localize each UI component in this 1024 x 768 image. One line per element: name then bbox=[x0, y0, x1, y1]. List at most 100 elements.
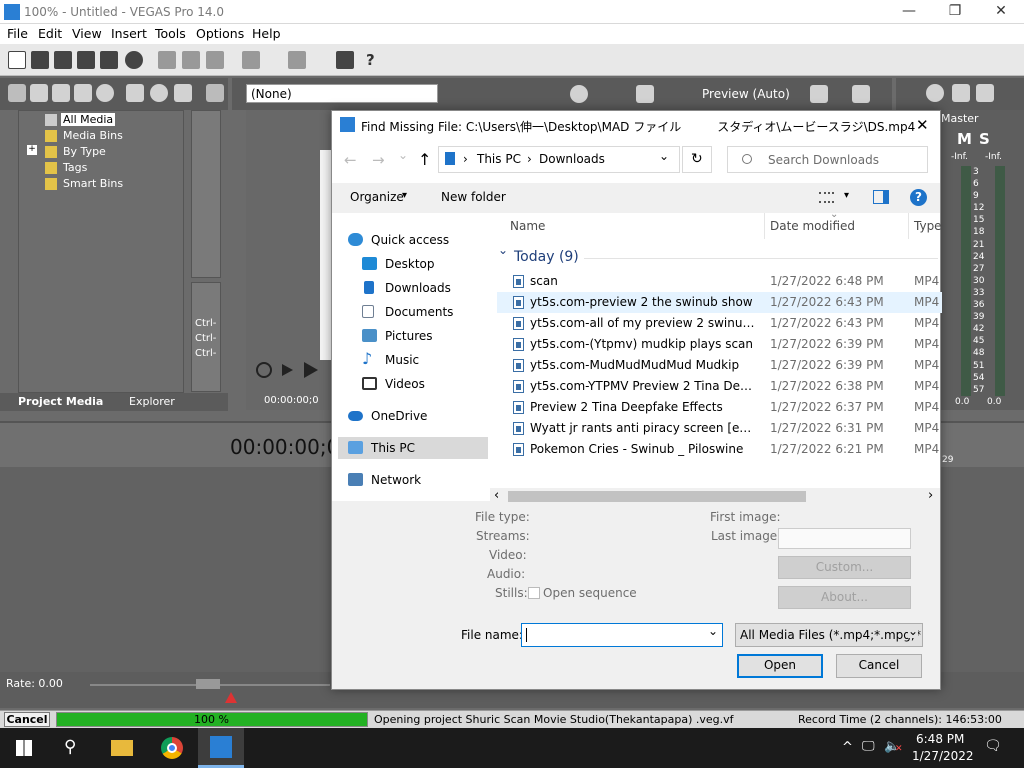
file-row[interactable]: yt5s.com-preview 2 the swinub show 1/27/… bbox=[497, 292, 942, 313]
master-settings-icon[interactable] bbox=[926, 84, 944, 102]
show-hidden-icons-button[interactable]: ^ bbox=[842, 740, 853, 755]
file-row[interactable]: Pokemon Cries - Swinub _ Piloswine 1/27/… bbox=[497, 439, 942, 460]
nav-music[interactable]: ♪ Music bbox=[352, 349, 492, 371]
forward-button[interactable]: → bbox=[372, 151, 385, 169]
scroll-left-button[interactable]: ‹ bbox=[494, 488, 499, 503]
nav-quick-access[interactable]: Quick access bbox=[338, 229, 478, 251]
menu-options[interactable]: Options bbox=[196, 26, 244, 41]
help-icon[interactable]: ? bbox=[910, 189, 927, 206]
nav-desktop[interactable]: Desktop 📌 bbox=[352, 253, 506, 275]
scrollbar-thumb[interactable] bbox=[508, 491, 806, 502]
cancel-button[interactable]: Cancel bbox=[836, 654, 922, 678]
web-icon[interactable] bbox=[96, 84, 114, 102]
refresh-button[interactable]: ↻ bbox=[682, 146, 712, 173]
close-button[interactable]: ✕ bbox=[978, 0, 1024, 24]
file-row[interactable]: yt5s.com-YTPMV Preview 2 Tina Deepfakes … bbox=[497, 376, 942, 397]
cut-icon[interactable] bbox=[158, 51, 176, 69]
dialog-close-button[interactable]: ✕ bbox=[916, 116, 929, 134]
last-image-field[interactable] bbox=[778, 528, 911, 549]
organize-button[interactable]: Organize bbox=[350, 190, 404, 204]
master-fx-icon[interactable] bbox=[952, 84, 970, 102]
custom-button[interactable]: Custom... bbox=[778, 556, 911, 579]
menu-tools[interactable]: Tools bbox=[155, 26, 186, 41]
expand-icon[interactable]: + bbox=[27, 145, 37, 155]
up-button[interactable]: ↑ bbox=[418, 150, 431, 169]
properties-icon[interactable] bbox=[125, 51, 143, 69]
remove-icon[interactable] bbox=[126, 84, 144, 102]
import-media-icon[interactable] bbox=[30, 84, 48, 102]
breadcrumb-this-pc[interactable]: This PC bbox=[477, 152, 521, 166]
bin-smart-bins[interactable]: Smart Bins bbox=[63, 177, 123, 190]
play-icon[interactable] bbox=[304, 362, 318, 378]
media-properties-icon[interactable] bbox=[150, 84, 168, 102]
group-header-today[interactable]: Today (9) bbox=[514, 249, 579, 265]
column-date-modified[interactable]: Date modified bbox=[770, 219, 855, 233]
nav-videos[interactable]: Videos bbox=[352, 373, 492, 395]
chrome-button[interactable] bbox=[148, 728, 196, 768]
view-options-icon[interactable] bbox=[819, 192, 834, 203]
open-sequence-checkbox[interactable] bbox=[528, 587, 540, 599]
preview-quality-select[interactable]: Preview (Auto) bbox=[702, 87, 790, 101]
copy-snapshot-icon[interactable] bbox=[852, 85, 870, 103]
open-button[interactable]: Open bbox=[737, 654, 823, 678]
search-box[interactable]: Search Downloads bbox=[727, 146, 928, 173]
filter-dropdown-icon[interactable]: ⌄ bbox=[908, 624, 919, 638]
address-dropdown-icon[interactable]: ⌄ bbox=[659, 149, 669, 163]
whats-this-help-icon[interactable]: ? bbox=[366, 51, 384, 69]
file-type-filter-select[interactable]: All Media Files (*.mp4;*.mpg;*.j ⌄ bbox=[735, 623, 923, 647]
overlays-icon[interactable] bbox=[810, 85, 828, 103]
undo-icon[interactable] bbox=[242, 51, 260, 69]
recent-locations-button[interactable]: ⌄ bbox=[398, 148, 408, 162]
bin-tags[interactable]: Tags bbox=[63, 161, 87, 174]
file-row[interactable]: yt5s.com-all of my preview 2 swinub deep… bbox=[497, 313, 942, 334]
menu-file[interactable]: File bbox=[7, 26, 28, 41]
back-button[interactable]: ← bbox=[344, 151, 357, 169]
open-icon[interactable] bbox=[31, 51, 49, 69]
file-row[interactable]: Preview 2 Tina Deepfake Effects 1/27/202… bbox=[497, 397, 942, 418]
settings-icon[interactable] bbox=[570, 85, 588, 103]
scroll-right-button[interactable]: › bbox=[928, 488, 933, 503]
notifications-icon[interactable]: 🗨 bbox=[984, 738, 1002, 754]
nav-pictures[interactable]: Pictures 📌 bbox=[352, 325, 506, 347]
copy-icon[interactable] bbox=[182, 51, 200, 69]
file-row[interactable]: yt5s.com-(Ytpmv) mudkip plays scan 1/27/… bbox=[497, 334, 942, 355]
nav-downloads[interactable]: Downloads 📌 bbox=[352, 277, 506, 299]
breadcrumb-downloads[interactable]: Downloads bbox=[539, 152, 605, 166]
paste-icon[interactable] bbox=[206, 51, 224, 69]
address-bar[interactable]: › This PC › Downloads ⌄ bbox=[438, 146, 680, 173]
save-icon[interactable] bbox=[54, 51, 72, 69]
bin-all-media[interactable]: All Media bbox=[61, 113, 116, 126]
solo-button[interactable]: S bbox=[979, 130, 990, 148]
nav-documents[interactable]: Documents 📌 bbox=[352, 301, 506, 323]
file-row[interactable]: scan 1/27/2022 6:48 PM MP4 bbox=[497, 271, 942, 292]
about-button[interactable]: About... bbox=[778, 586, 911, 609]
start-button[interactable] bbox=[0, 728, 48, 768]
media-fx-icon[interactable] bbox=[174, 84, 192, 102]
bin-media-bins[interactable]: Media Bins bbox=[63, 129, 123, 142]
menu-insert[interactable]: Insert bbox=[111, 26, 147, 41]
clock-date[interactable]: 1/27/2022 bbox=[912, 749, 974, 763]
menu-help[interactable]: Help bbox=[252, 26, 281, 41]
horizontal-scrollbar[interactable]: ‹ › bbox=[490, 488, 940, 505]
refresh-media-icon[interactable] bbox=[8, 84, 26, 102]
play-from-start-icon[interactable] bbox=[282, 364, 293, 376]
nav-onedrive[interactable]: OneDrive bbox=[338, 405, 478, 427]
file-name-input[interactable]: ⌄ bbox=[521, 623, 723, 647]
nav-this-pc[interactable]: This PC bbox=[338, 437, 488, 459]
new-project-icon[interactable] bbox=[8, 51, 26, 69]
nav-network[interactable]: Network bbox=[338, 469, 478, 491]
vegas-taskbar-button[interactable] bbox=[198, 728, 244, 768]
status-cancel-button[interactable]: Cancel bbox=[4, 712, 50, 727]
bin-by-type[interactable]: By Type bbox=[63, 145, 106, 158]
column-name[interactable]: Name bbox=[510, 219, 545, 233]
minimize-button[interactable]: — bbox=[886, 0, 932, 24]
clock-time[interactable]: 6:48 PM bbox=[916, 732, 964, 746]
file-explorer-button[interactable] bbox=[98, 728, 146, 768]
views-icon[interactable] bbox=[206, 84, 224, 102]
tab-explorer[interactable]: Explorer bbox=[129, 395, 175, 408]
tab-project-media[interactable]: Project Media bbox=[18, 395, 103, 408]
group-chevron-icon[interactable]: ⌄ bbox=[498, 243, 508, 257]
network-icon[interactable]: 🖵 bbox=[862, 739, 875, 754]
preview-pane-icon[interactable] bbox=[873, 190, 889, 204]
events-icon[interactable] bbox=[336, 51, 354, 69]
